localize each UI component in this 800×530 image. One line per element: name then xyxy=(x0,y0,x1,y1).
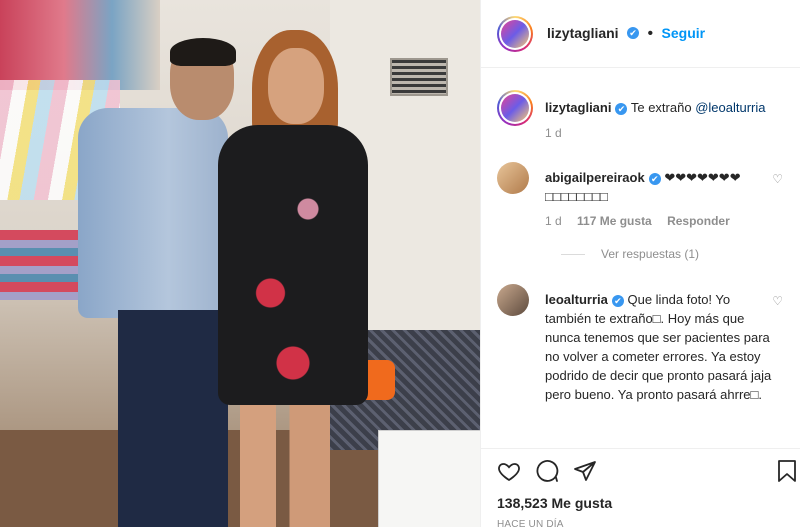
comment-likes[interactable]: 117 Me gusta xyxy=(577,214,652,228)
photo-woman xyxy=(210,30,370,527)
avatar[interactable] xyxy=(497,90,533,126)
follow-button[interactable]: Seguir xyxy=(662,25,706,41)
post-header: lizytagliani ✔ • Seguir xyxy=(481,0,800,68)
post-timestamp: HACE UN DÍA xyxy=(497,519,564,530)
comment-icon[interactable] xyxy=(535,459,559,488)
comment-time[interactable]: 1 d xyxy=(545,214,562,228)
avatar[interactable] xyxy=(497,15,533,52)
separator: • xyxy=(647,24,654,42)
post-photo[interactable] xyxy=(0,0,480,527)
comments-list[interactable]: lizytagliani ✔ Te extraño @leoalturria 1 … xyxy=(481,68,800,458)
post-username[interactable]: lizytagliani xyxy=(547,25,619,41)
heart-icon[interactable]: ♡ xyxy=(772,294,783,308)
likes-count[interactable]: 138,523 Me gusta xyxy=(497,495,612,511)
heart-icon[interactable] xyxy=(497,459,521,488)
caption-text: Te extraño xyxy=(630,100,692,115)
caption-username[interactable]: lizytagliani xyxy=(545,100,611,115)
share-icon[interactable] xyxy=(573,459,597,488)
verified-icon: ✔ xyxy=(611,294,624,307)
comment-username[interactable]: leoalturria xyxy=(545,292,608,307)
verified-icon: ✔ xyxy=(648,172,661,185)
avatar[interactable] xyxy=(497,162,529,194)
photo-white-box xyxy=(378,430,480,527)
heart-icon[interactable]: ♡ xyxy=(772,172,783,186)
verified-icon: ✔ xyxy=(627,27,640,40)
reply-button[interactable]: Responder xyxy=(667,214,730,228)
comment-username[interactable]: abigailpereiraok xyxy=(545,170,645,185)
photo-man xyxy=(78,38,236,527)
avatar[interactable] xyxy=(497,284,529,316)
post-actions: 138,523 Me gusta HACE UN DÍA xyxy=(481,448,800,530)
caption-time[interactable]: 1 d xyxy=(545,126,562,140)
photo-vent xyxy=(390,58,448,96)
post-side-panel: lizytagliani ✔ • Seguir lizytagliani ✔ Te… xyxy=(480,0,800,530)
photo-boxes xyxy=(0,230,80,300)
caption-mention[interactable]: @leoalturria xyxy=(695,100,765,115)
verified-icon: ✔ xyxy=(615,102,628,115)
view-replies-label: Ver respuestas (1) xyxy=(601,247,700,261)
view-replies-button[interactable]: Ver respuestas (1) xyxy=(561,247,699,261)
bookmark-icon[interactable] xyxy=(775,459,799,488)
comment-text: Que linda foto! Yo también te extraño□. … xyxy=(545,292,772,402)
